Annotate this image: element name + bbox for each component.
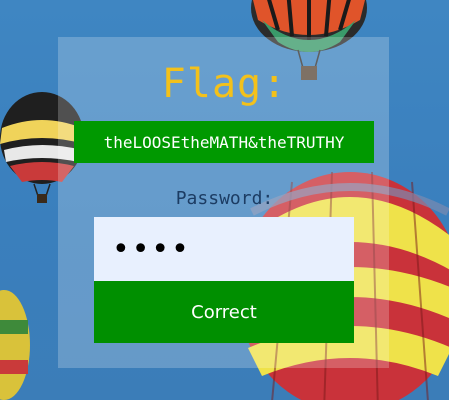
password-label: Password:: [175, 188, 274, 209]
flag-value-box: theLOOSEtheMATH&theTRUTHY: [74, 121, 374, 163]
flag-value: theLOOSEtheMATH&theTRUTHY: [103, 132, 345, 152]
password-input[interactable]: [94, 217, 354, 281]
hot-air-balloon-bottom-left-icon: [0, 290, 30, 400]
correct-button[interactable]: Correct: [94, 281, 354, 343]
flag-heading: Flag:: [161, 61, 288, 107]
